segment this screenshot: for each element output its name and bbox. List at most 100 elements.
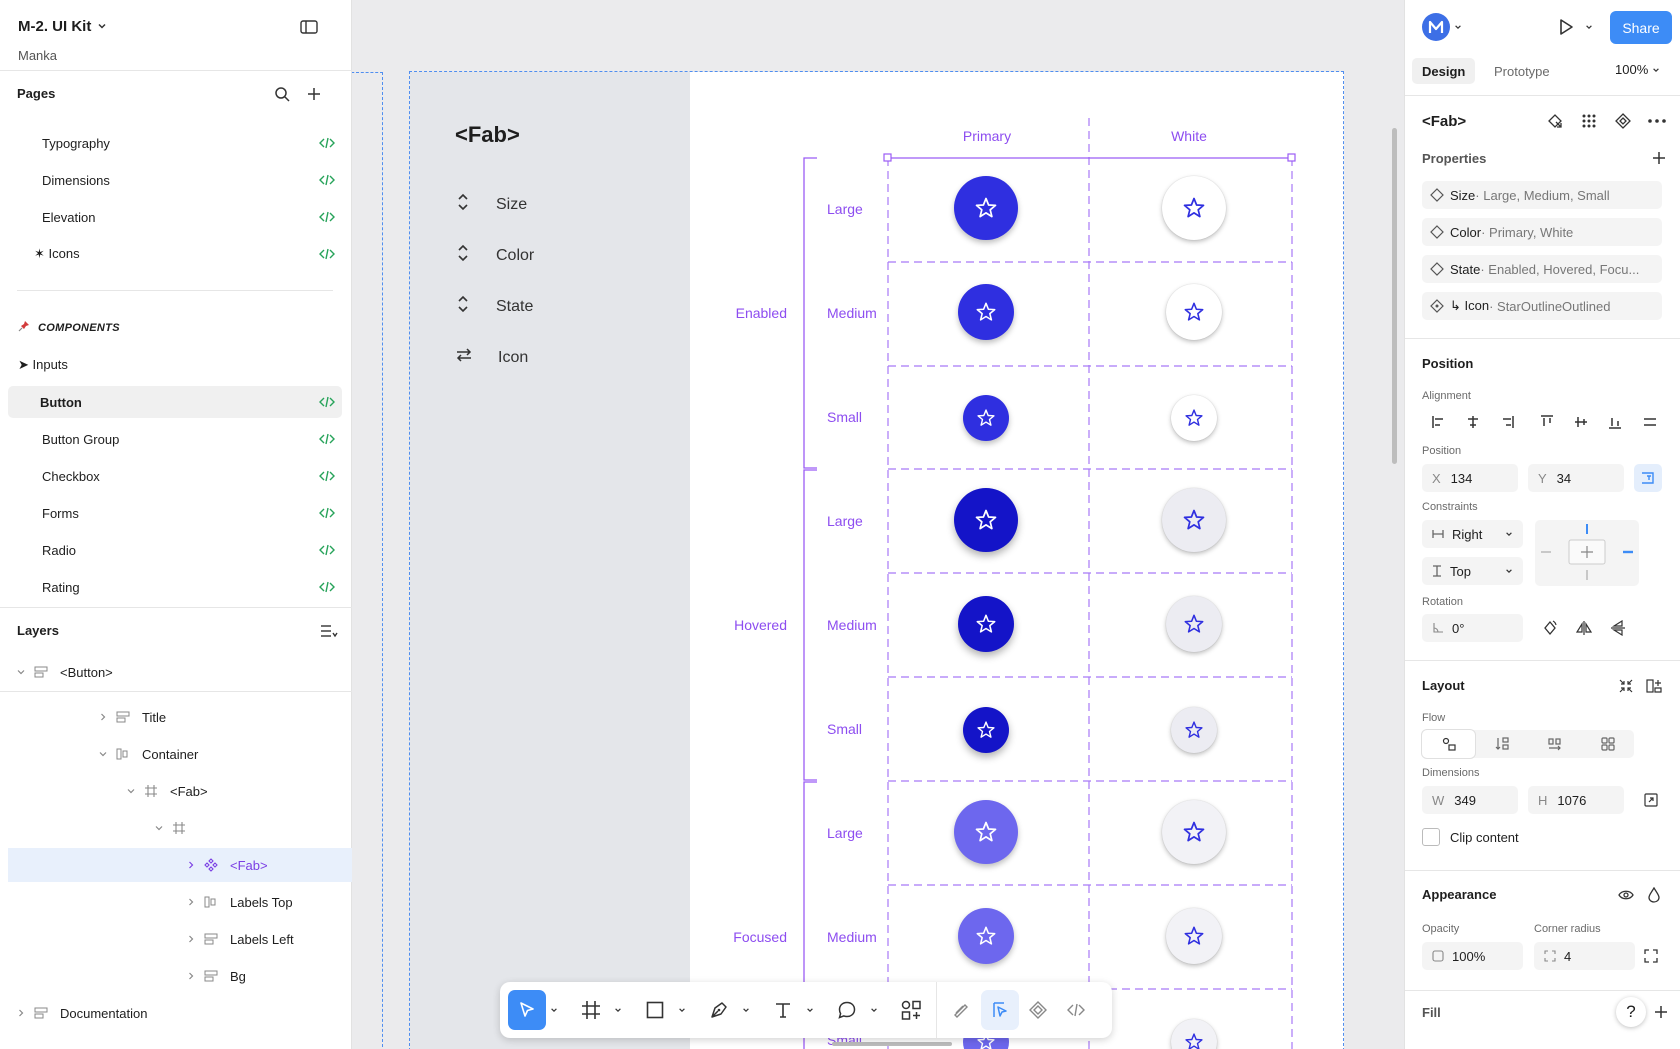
constraint-horizontal-select[interactable]: Right [1422,520,1523,548]
move-tool-button[interactable] [508,990,546,1030]
clip-content-checkbox[interactable] [1422,828,1440,846]
play-icon[interactable] [1555,15,1577,39]
chevron-down-icon[interactable] [610,990,626,1030]
property-color[interactable]: Color · Primary, White [1422,218,1662,246]
canvas[interactable]: <Fab> Size Color State Icon Primary Whit… [352,0,1404,1049]
pen-tool-button[interactable] [700,990,738,1030]
page-item[interactable]: ✶ Icons [8,238,342,270]
chevron-down-icon[interactable] [866,990,882,1030]
flip-vertical-icon[interactable] [1601,614,1635,642]
page-item[interactable]: Checkbox [8,460,342,492]
page-item[interactable]: Dimensions [8,164,342,196]
chevron-right-icon[interactable] [184,969,198,983]
frame-tool-button[interactable] [572,990,610,1030]
fab-primary-hovered-medium[interactable] [958,596,1014,652]
constraints-widget[interactable] [1535,520,1639,586]
file-title-menu[interactable]: M-2. UI Kit [18,18,107,35]
layer-title[interactable]: Title [96,700,352,734]
page-item[interactable]: Elevation [8,201,342,233]
share-button[interactable]: Share [1610,11,1672,44]
fab-primary-enabled-medium[interactable] [958,284,1014,340]
page-item-button[interactable]: Button [8,386,342,418]
layer-fab-frame[interactable]: <Fab> [124,774,352,808]
rotate-icon[interactable] [1533,614,1567,642]
corner-radius-input[interactable]: 4 [1534,942,1635,970]
flow-freeform-icon[interactable] [1422,730,1475,758]
fab-primary-focused-large[interactable] [954,800,1018,864]
chevron-down-icon[interactable] [14,665,28,679]
page-group-inputs[interactable]: ➤ Inputs [8,349,342,381]
layer-unnamed-frame[interactable] [152,811,352,845]
component-icon[interactable] [1606,107,1640,135]
add-fill-icon[interactable] [1653,1004,1669,1020]
zoom-select[interactable]: 100% [1615,62,1660,77]
chevron-right-icon[interactable] [184,932,198,946]
align-bottom-icon[interactable] [1598,408,1632,436]
tab-design[interactable]: Design [1412,58,1476,84]
rotation-input[interactable]: 0° [1422,614,1523,642]
chevron-down-icon[interactable] [802,990,818,1030]
opacity-input[interactable]: 100% [1422,942,1523,970]
resize-to-fit-icon[interactable] [1641,790,1661,810]
distribute-icon[interactable] [1638,408,1662,436]
avatar[interactable] [1422,13,1450,41]
fab-white-hovered-medium[interactable] [1166,596,1222,652]
blend-mode-icon[interactable] [1644,885,1664,905]
page-item[interactable]: Forms [8,497,342,529]
layer-labels-left[interactable]: Labels Left [184,922,352,956]
dev-mode-button[interactable] [1057,990,1095,1030]
tab-prototype[interactable]: Prototype [1484,58,1560,84]
property-icon[interactable]: ↳ Icon · StarOutlineOutlined [1422,292,1662,320]
add-page-icon[interactable] [304,84,324,104]
fab-white-enabled-large[interactable] [1162,176,1226,240]
design-mode-button[interactable] [981,990,1019,1030]
page-item[interactable]: Button Group [8,423,342,455]
layer-bg[interactable]: Bg [184,959,352,993]
chevron-down-icon[interactable] [96,747,110,761]
page-item[interactable]: Radio [8,534,342,566]
chevron-right-icon[interactable] [96,710,110,724]
align-top-icon[interactable] [1530,408,1564,436]
chevron-down-icon[interactable] [152,821,166,835]
vertical-scrollbar[interactable] [1392,128,1397,464]
page-item[interactable]: Rating [8,571,342,603]
fab-white-enabled-medium[interactable] [1166,284,1222,340]
layer-button[interactable]: <Button> [14,655,344,689]
align-left-icon[interactable] [1422,408,1456,436]
chevron-down-icon[interactable] [738,990,754,1030]
property-size[interactable]: Size · Large, Medium, Small [1422,181,1662,209]
fab-white-enabled-small[interactable] [1171,395,1217,441]
layer-documentation[interactable]: Documentation [14,996,352,1030]
go-to-main-icon[interactable] [1538,107,1572,135]
constraint-vertical-select[interactable]: Top [1422,557,1523,585]
fab-white-hovered-small[interactable] [1171,707,1217,753]
component-mode-button[interactable] [1019,990,1057,1030]
fab-white-focused-large[interactable] [1162,800,1226,864]
sidebar-toggle-icon[interactable] [298,17,320,37]
flow-horizontal-icon[interactable] [1528,730,1581,758]
chevron-down-icon[interactable] [1452,20,1464,34]
comment-tool-button[interactable] [828,990,866,1030]
fab-white-hovered-large[interactable] [1162,488,1226,552]
add-property-icon[interactable] [1651,150,1667,166]
chevron-right-icon[interactable] [14,1006,28,1020]
align-center-h-icon[interactable] [1456,408,1490,436]
eye-icon[interactable] [1616,885,1636,905]
add-layout-icon[interactable] [1644,676,1664,696]
text-tool-button[interactable] [764,990,802,1030]
layers-menu-icon[interactable] [318,622,340,640]
width-input[interactable]: W 349 [1422,786,1518,814]
more-options-icon[interactable] [1640,107,1674,135]
align-center-v-icon[interactable] [1564,408,1598,436]
variants-grid-icon[interactable] [1572,107,1606,135]
x-input[interactable]: X 134 [1422,464,1518,492]
chevron-down-icon[interactable] [546,990,562,1030]
chevron-right-icon[interactable] [184,895,198,909]
align-right-icon[interactable] [1490,408,1524,436]
flow-grid-icon[interactable] [1581,730,1634,758]
rectangle-tool-button[interactable] [636,990,674,1030]
constraints-toggle-icon[interactable] [1634,464,1662,492]
independent-corners-icon[interactable] [1641,946,1661,966]
chevron-down-icon[interactable] [1583,20,1595,34]
property-state[interactable]: State · Enabled, Hovered, Focu... [1422,255,1662,283]
